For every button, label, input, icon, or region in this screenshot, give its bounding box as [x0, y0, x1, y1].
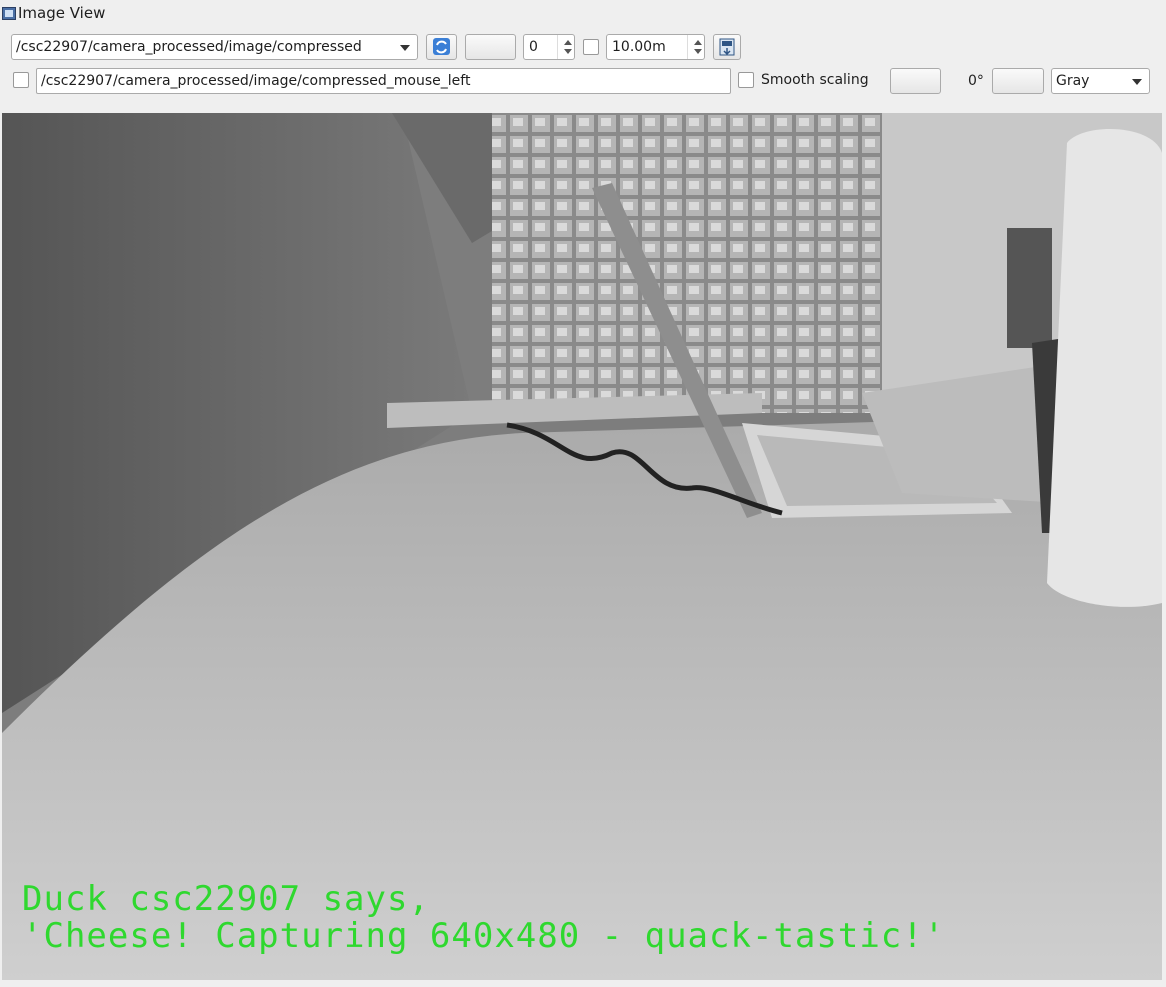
- title-bar: Image View: [0, 0, 1166, 28]
- mouse-publish-checkbox[interactable]: [13, 72, 29, 88]
- time-checkbox[interactable]: [583, 39, 599, 55]
- spin-divider: [557, 35, 574, 59]
- colormap-select-value: Gray: [1056, 73, 1090, 89]
- refresh-icon: [433, 38, 450, 55]
- camera-image[interactable]: Duck csc22907 says, 'Cheese! Capturing 6…: [2, 113, 1162, 980]
- save-button[interactable]: [713, 34, 741, 60]
- spin-down-icon[interactable]: [564, 49, 572, 54]
- mouse-topic-input-value: /csc22907/camera_processed/image/compres…: [41, 73, 471, 89]
- mouse-topic-input[interactable]: /csc22907/camera_processed/image/compres…: [36, 68, 731, 94]
- rotate-left-button[interactable]: [890, 68, 941, 94]
- chevron-down-icon: [1132, 79, 1142, 85]
- spin-up-icon[interactable]: [564, 40, 572, 45]
- frame-spinbox-value: 0: [529, 39, 538, 55]
- smooth-scaling-checkbox[interactable]: [738, 72, 754, 88]
- rotation-label: 0°: [968, 73, 984, 89]
- time-spinbox[interactable]: 10.00m: [606, 34, 705, 60]
- topic-select[interactable]: /csc22907/camera_processed/image/compres…: [11, 34, 418, 60]
- blank-button[interactable]: [465, 34, 516, 60]
- image-view-icon: [2, 7, 16, 20]
- time-spinbox-value: 10.00m: [612, 39, 666, 55]
- smooth-scaling-label: Smooth scaling: [761, 72, 869, 88]
- window-title: Image View: [18, 4, 106, 22]
- rotate-right-button[interactable]: [992, 68, 1044, 94]
- spin-divider: [687, 35, 704, 59]
- save-icon: [719, 38, 735, 56]
- spin-up-icon[interactable]: [694, 40, 702, 45]
- overlay-text-line-2: 'Cheese! Capturing 640x480 - quack-tasti…: [22, 916, 946, 956]
- frame-spinbox[interactable]: 0: [523, 34, 575, 60]
- colormap-select[interactable]: Gray: [1051, 68, 1150, 94]
- refresh-button[interactable]: [426, 34, 457, 60]
- topic-select-value: /csc22907/camera_processed/image/compres…: [16, 39, 362, 55]
- chevron-down-icon: [400, 45, 410, 51]
- spin-down-icon[interactable]: [694, 49, 702, 54]
- camera-image-render: [2, 113, 1162, 980]
- overlay-text-line-1: Duck csc22907 says,: [22, 879, 430, 919]
